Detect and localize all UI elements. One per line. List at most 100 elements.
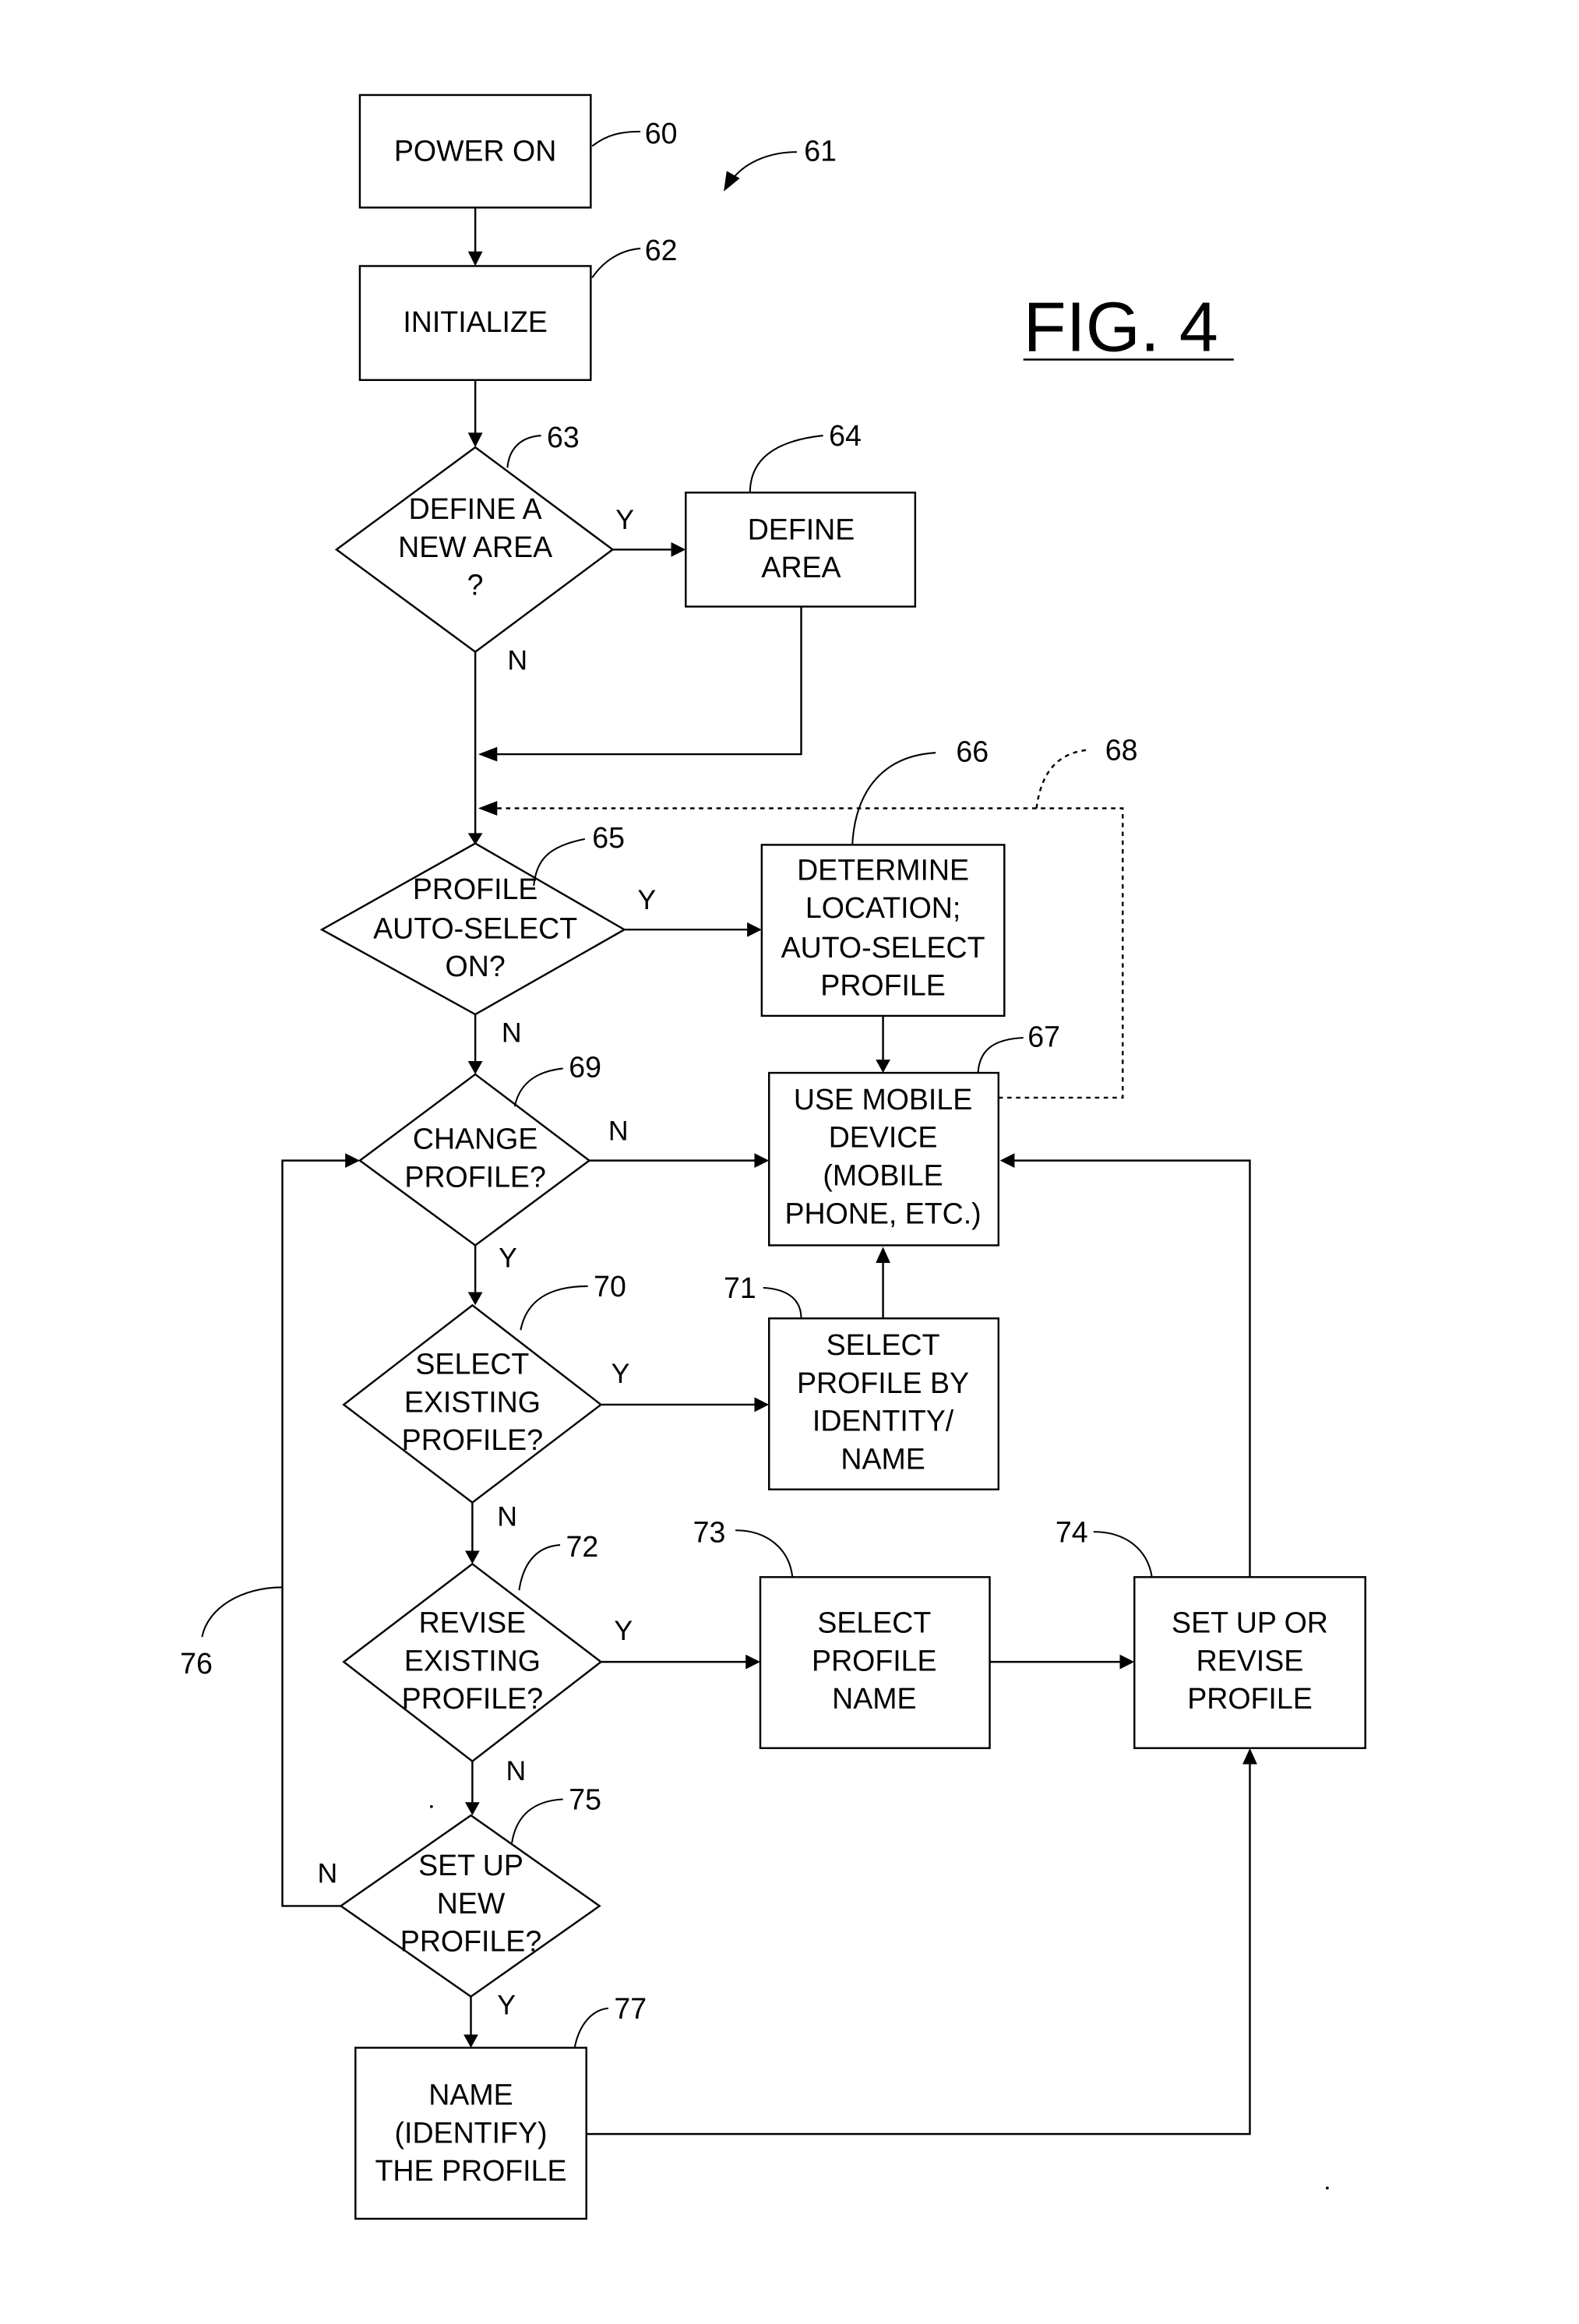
branch-label-no: N [318, 1857, 338, 1888]
node-text: SET UP [418, 1849, 523, 1881]
arrowhead [467, 1292, 483, 1306]
node-text: PROFILE [1187, 1682, 1313, 1715]
ref-71-leader [763, 1286, 802, 1319]
node-text: SELECT [817, 1606, 931, 1639]
node-text: NAME [832, 1682, 916, 1715]
node-text: SET UP OR [1172, 1606, 1328, 1639]
branch-label-no: N [507, 644, 527, 675]
ref-62-leader [591, 247, 641, 279]
ref-73-leader [735, 1529, 794, 1578]
ref-67-leader [977, 1037, 1024, 1074]
node-text: DEFINE [748, 513, 855, 545]
arrowhead [999, 1153, 1015, 1169]
ref-60: 60 [645, 117, 678, 150]
ref-72: 72 [566, 1530, 598, 1563]
node-text: PROFILE? [400, 1925, 541, 1958]
arrowhead [1119, 1654, 1135, 1670]
branch-label-yes: Y [499, 1243, 517, 1274]
arrowhead [1242, 1747, 1257, 1765]
node-text: PROFILE BY [797, 1367, 969, 1399]
ref-60-leader [591, 130, 641, 147]
node-text: PROFILE? [402, 1423, 543, 1456]
ref-61-leader [730, 151, 797, 182]
scan-speck [1326, 2186, 1329, 2190]
edge-setup-to-use [1011, 1159, 1251, 1578]
branch-label-yes: Y [612, 1358, 630, 1389]
node-change-profile: CHANGE PROFILE? [358, 1073, 591, 1247]
node-text: NAME [841, 1442, 925, 1475]
node-text: PROFILE [812, 1644, 937, 1677]
branch-label-no: N [497, 1501, 517, 1532]
ref-65-leader [533, 838, 586, 887]
node-text: SELECT [827, 1328, 940, 1361]
node-text: REVISE [1197, 1644, 1304, 1677]
arrowhead [478, 746, 498, 762]
ref-73: 73 [693, 1515, 726, 1548]
node-text: POWER ON [394, 134, 556, 167]
node-text: USE MOBILE [794, 1083, 972, 1116]
node-select-profile-name: SELECT PROFILE NAME [759, 1576, 991, 1750]
node-text: EXISTING [404, 1644, 541, 1677]
ref-76: 76 [180, 1647, 213, 1680]
node-text: NEW AREA [398, 531, 552, 563]
node-use-mobile-device: USE MOBILE DEVICE (MOBILE PHONE, ETC.) [768, 1071, 1000, 1247]
arrowhead [754, 1153, 770, 1169]
branch-label-yes: Y [637, 884, 656, 915]
arrowhead [465, 1550, 480, 1564]
ref-70: 70 [594, 1270, 626, 1303]
ref-77: 77 [614, 1992, 647, 2025]
ref-74: 74 [1056, 1515, 1088, 1548]
ref-74-leader [1093, 1531, 1153, 1578]
node-text: AUTO-SELECT [781, 931, 985, 964]
ref-75-leader [511, 1798, 563, 1843]
ref-71: 71 [724, 1271, 756, 1304]
node-name-profile: NAME (IDENTIFY) THE PROFILE [354, 2047, 587, 2220]
node-text: IDENTITY/ [812, 1405, 954, 1437]
edge-setup-new-no-loop [281, 1159, 347, 1907]
branch-label-yes: Y [614, 1615, 633, 1646]
node-text: NEW [437, 1887, 506, 1920]
node-text: CHANGE [413, 1123, 538, 1155]
arrowhead [467, 251, 483, 266]
node-text: AUTO-SELECT [373, 912, 577, 944]
ref-70-leader [520, 1285, 588, 1331]
node-text: (IDENTIFY) [395, 2116, 548, 2149]
node-revise-existing: REVISE EXISTING PROFILE? [342, 1562, 603, 1763]
node-text: PROFILE? [402, 1682, 543, 1715]
ref-72-leader [518, 1544, 561, 1591]
arrowhead [754, 1397, 770, 1412]
ref-76-leader [201, 1586, 283, 1638]
figure-title: FIG. 4 [1024, 287, 1218, 366]
arrowhead [876, 1060, 890, 1074]
edge-name-profile-to-setup [586, 1761, 1251, 2135]
scan-speck [429, 1804, 433, 1808]
node-text: (MOBILE [823, 1159, 943, 1192]
node-text: PROFILE [820, 969, 946, 1002]
node-text: ? [467, 569, 484, 601]
node-setup-or-revise: SET UP OR REVISE PROFILE [1133, 1576, 1366, 1750]
ref-62: 62 [645, 234, 678, 266]
ref-61: 61 [804, 134, 837, 167]
ref-63: 63 [547, 421, 580, 453]
ref-66: 66 [956, 735, 989, 767]
arrowhead [467, 432, 483, 448]
edge-define-area-return [489, 606, 802, 756]
node-text: SELECT [415, 1348, 529, 1381]
node-setup-new: SET UP NEW PROFILE? [339, 1814, 601, 1998]
node-text: DEFINE A [409, 492, 542, 525]
arrowhead [463, 2034, 478, 2048]
node-text: AREA [761, 551, 841, 584]
node-text: ON? [446, 950, 506, 982]
node-determine-location: DETERMINE LOCATION; AUTO-SELECT PROFILE [760, 844, 1006, 1017]
ref-63-leader [506, 435, 541, 468]
node-define-area: DEFINE AREA [685, 492, 917, 608]
branch-label-yes: Y [497, 1989, 516, 2020]
node-text: REVISE [419, 1606, 527, 1639]
ref-77-leader [573, 2007, 608, 2048]
node-initialize: INITIALIZE [358, 265, 592, 382]
ref-75: 75 [569, 1783, 601, 1816]
ref-67: 67 [1027, 1020, 1060, 1053]
ref-69-leader [513, 1067, 563, 1107]
node-text: PROFILE? [404, 1160, 545, 1193]
node-text: PHONE, ETC.) [784, 1197, 981, 1229]
